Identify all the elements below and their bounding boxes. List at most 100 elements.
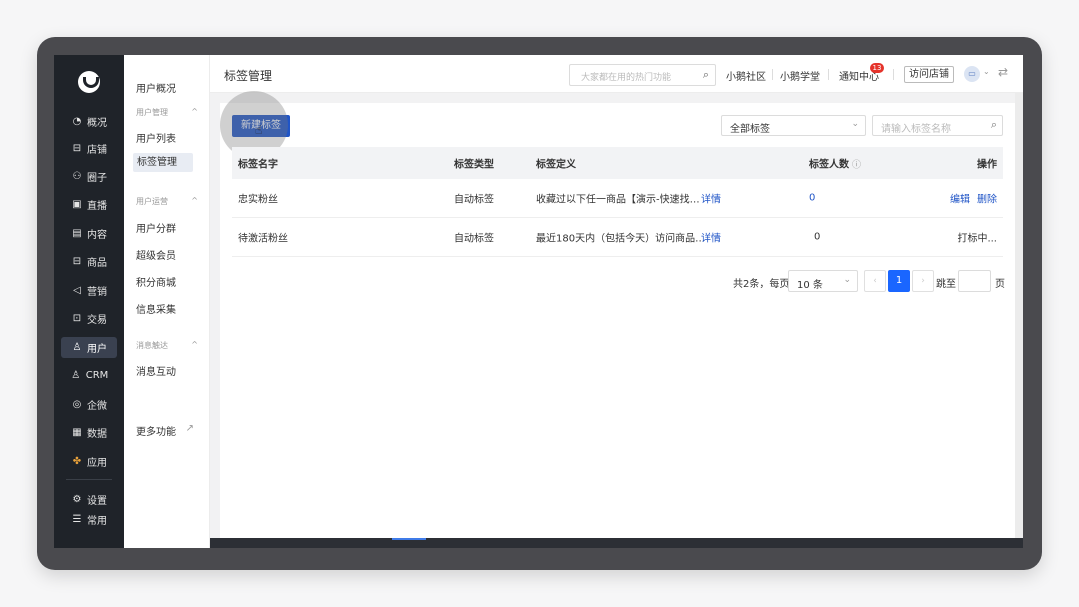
page-size-select[interactable]: 10 条 ⌄	[788, 270, 858, 292]
switch-icon[interactable]: ⇄	[998, 65, 1008, 79]
notification-badge: 13	[870, 63, 884, 73]
sidebar-item-circle[interactable]: ⚇ 圈子	[61, 166, 117, 187]
search-icon[interactable]: ⌕	[703, 68, 709, 82]
subnav-super-member[interactable]: 超级会员	[136, 247, 176, 262]
subnav-points-mall[interactable]: 积分商城	[136, 274, 176, 289]
row-tag-name: 忠实粉丝	[238, 194, 278, 206]
tag-filter-select[interactable]: 全部标签 ⌄	[721, 115, 866, 136]
collapse-icon: ^	[191, 340, 198, 349]
sidebar-item-settings[interactable]: ⚙ 设置	[61, 489, 117, 510]
subnav-group-user-ops[interactable]: 用户运营 ^	[136, 196, 198, 207]
col-tag-count: 标签人数 ⓘ	[809, 159, 862, 171]
primary-sidebar: ◔ 概况 ⊟ 店铺 ⚇ 圈子 ▣ 直播 ▤ 内容 ⊟ 商品 ◁ 营销 ⊡ 交易 ♙ 用户 ♙ CRM…	[54, 55, 124, 548]
subnav-group-messaging[interactable]: 消息触达 ^	[136, 340, 198, 351]
megaphone-icon: ◁	[73, 285, 81, 296]
sidebar-item-shop[interactable]: ⊟ 店铺	[61, 138, 117, 159]
sidebar-item-overview[interactable]: ◔ 概况	[61, 111, 117, 132]
col-actions: 操作	[977, 159, 997, 171]
trade-icon: ⊡	[72, 313, 82, 324]
content-icon: ▤	[72, 228, 82, 239]
top-divider	[893, 69, 894, 80]
sidebar-item-goods[interactable]: ⊟ 商品	[61, 251, 117, 272]
subnav-msg-interact[interactable]: 消息互动	[136, 363, 176, 378]
sidebar-item-common[interactable]: ☰ 常用	[61, 509, 117, 530]
jump-to-label: 跳至	[936, 279, 956, 290]
chevron-down-icon: ⌄	[851, 119, 859, 129]
prev-page-button[interactable]: ‹	[864, 270, 886, 292]
row-tag-count: 0	[814, 231, 821, 243]
row-tag-type: 自动标签	[454, 194, 494, 206]
visit-shop-button[interactable]: 访问店铺	[904, 66, 954, 83]
list-icon: ☰	[72, 514, 82, 525]
col-tag-definition: 标签定义	[536, 159, 576, 171]
overview-icon: ◔	[72, 116, 82, 127]
next-page-button[interactable]: ›	[912, 270, 934, 292]
user-icon: ♙	[72, 342, 82, 353]
subnav-user-segment[interactable]: 用户分群	[136, 220, 176, 235]
sidebar-item-marketing[interactable]: ◁ 营销	[61, 280, 117, 301]
wecom-icon: ◎	[72, 399, 82, 410]
scrollbar[interactable]	[1015, 93, 1023, 548]
detail-link[interactable]: 详情	[701, 230, 721, 245]
edit-link[interactable]: 编辑	[950, 191, 970, 206]
chevron-down-icon[interactable]: ⌄	[983, 67, 990, 76]
sidebar-item-crm[interactable]: ♙ CRM	[61, 365, 117, 386]
page-unit-label: 页	[995, 279, 1005, 290]
subnav-group-user-manage[interactable]: 用户管理 ^	[136, 107, 198, 118]
table-row: 忠实粉丝 自动标签 收藏过以下任一商品【演示-快速找… 详情 0 编辑 删除	[232, 179, 1003, 218]
top-divider	[828, 69, 829, 80]
circle-icon: ⚇	[72, 171, 82, 182]
collapse-icon: ^	[191, 196, 198, 205]
col-tag-name: 标签名字	[238, 159, 278, 171]
app-logo[interactable]	[78, 71, 100, 93]
top-bar: 标签管理 大家都在用的热门功能 ⌕ 小鹅社区 小鹅学堂 通知中心 13 访问店铺…	[210, 55, 1023, 93]
row-tag-definition: 最近180天内（包括今天）访问商品…	[536, 233, 706, 245]
sidebar-item-live[interactable]: ▣ 直播	[61, 194, 117, 215]
subnav-user-list[interactable]: 用户列表	[136, 130, 176, 145]
row-tag-count-link[interactable]: 0	[809, 193, 815, 204]
pagination-total: 共2条，每页	[733, 279, 790, 290]
detail-link[interactable]: 详情	[701, 191, 721, 206]
external-link-icon: ↗	[185, 423, 194, 434]
subnav-info-collect[interactable]: 信息采集	[136, 301, 176, 316]
bottom-bar	[210, 538, 1023, 548]
subnav-more-features[interactable]: 更多功能 ↗	[136, 423, 194, 438]
sidebar-item-data[interactable]: ▦ 数据	[61, 422, 117, 443]
global-search-input[interactable]: 大家都在用的热门功能 ⌕	[569, 64, 716, 86]
top-divider	[772, 69, 773, 80]
info-icon[interactable]: ⓘ	[852, 161, 861, 171]
school-link[interactable]: 小鹅学堂	[780, 68, 820, 83]
table-header: 标签名字 标签类型 标签定义 标签人数 ⓘ 操作	[232, 147, 1003, 179]
collapse-icon: ^	[191, 107, 198, 116]
tag-list-card: 新建标签 ☝ 全部标签 ⌄ 请输入标签名称 ⌕ 标签名字 标签类型 标签定义 标…	[220, 91, 1015, 538]
bottom-indicator	[392, 538, 426, 540]
sidebar-item-trade[interactable]: ⊡ 交易	[61, 308, 117, 329]
shop-icon: ⊟	[72, 143, 82, 154]
apps-icon: ✤	[72, 456, 82, 467]
delete-link[interactable]: 删除	[977, 191, 997, 206]
data-icon: ▦	[72, 427, 82, 438]
new-tag-button[interactable]: 新建标签	[232, 115, 290, 137]
tag-search-input[interactable]: 请输入标签名称 ⌕	[872, 115, 1003, 136]
page-1-button[interactable]: 1	[888, 270, 910, 292]
avatar[interactable]: ▭	[964, 66, 980, 82]
chevron-down-icon: ⌄	[843, 275, 851, 285]
community-link[interactable]: 小鹅社区	[726, 68, 766, 83]
goods-icon: ⊟	[72, 256, 82, 267]
sidebar-item-users[interactable]: ♙ 用户	[61, 337, 117, 358]
sidebar-item-apps[interactable]: ✤ 应用	[61, 451, 117, 472]
sidebar-item-wecom[interactable]: ◎ 企微	[61, 394, 117, 415]
subnav-user-overview[interactable]: 用户概况	[136, 80, 176, 95]
table-row: 待激活粉丝 自动标签 最近180天内（包括今天）访问商品… 详情 0 打标中..…	[232, 218, 1003, 257]
live-icon: ▣	[72, 199, 82, 210]
app-screen: ◔ 概况 ⊟ 店铺 ⚇ 圈子 ▣ 直播 ▤ 内容 ⊟ 商品 ◁ 营销 ⊡ 交易 ♙ 用户 ♙ CRM…	[54, 55, 1023, 548]
sidebar-item-content[interactable]: ▤ 内容	[61, 223, 117, 244]
row-status: 打标中...	[957, 233, 997, 245]
search-icon[interactable]: ⌕	[991, 118, 997, 132]
subnav-tag-manage[interactable]: 标签管理	[133, 153, 193, 172]
page-jump-input[interactable]	[958, 270, 991, 292]
row-tag-definition: 收藏过以下任一商品【演示-快速找…	[536, 194, 700, 206]
sidebar-divider	[66, 479, 112, 480]
gear-icon: ⚙	[72, 494, 82, 505]
crm-icon: ♙	[71, 370, 81, 381]
